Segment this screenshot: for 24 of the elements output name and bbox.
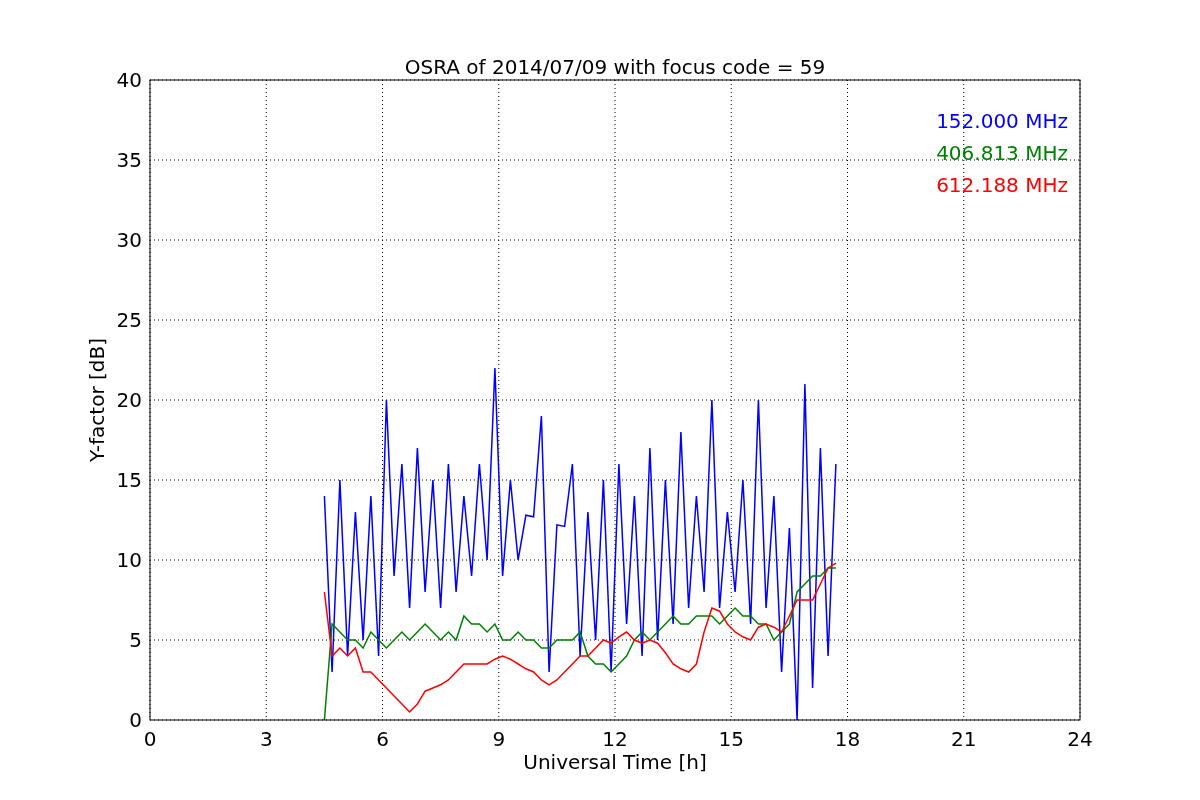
- x-tick-label: 6: [376, 727, 389, 751]
- y-tick-label: 15: [116, 468, 142, 492]
- x-tick-label: 18: [834, 727, 861, 751]
- x-tick-label: 21: [951, 727, 977, 751]
- y-tick-label: 0: [129, 708, 142, 732]
- x-tick-label: 24: [1067, 727, 1093, 751]
- y-tick-label: 10: [116, 548, 142, 572]
- y-tick-label: 30: [116, 228, 142, 252]
- x-tick-label: 12: [602, 727, 628, 751]
- y-axis-label: Y-factor [dB]: [85, 338, 109, 462]
- y-tick-label: 20: [116, 388, 142, 412]
- y-tick-label: 5: [129, 628, 142, 652]
- y-tick-label: 25: [116, 308, 142, 332]
- x-tick-label: 0: [143, 727, 157, 751]
- legend-label: 152.000 MHz: [936, 109, 1068, 133]
- y-tick-label: 35: [116, 148, 142, 172]
- x-axis-label: Universal Time [h]: [523, 750, 707, 774]
- legend-label: 406.813 MHz: [936, 141, 1068, 165]
- legend-label: 612.188 MHz: [936, 173, 1068, 197]
- y-tick-label: 40: [116, 68, 142, 92]
- chart-title: OSRA of 2014/07/09 with focus code = 59: [404, 55, 826, 79]
- x-tick-label: 3: [259, 727, 273, 751]
- x-tick-label: 9: [492, 727, 506, 751]
- x-tick-label: 15: [718, 727, 744, 751]
